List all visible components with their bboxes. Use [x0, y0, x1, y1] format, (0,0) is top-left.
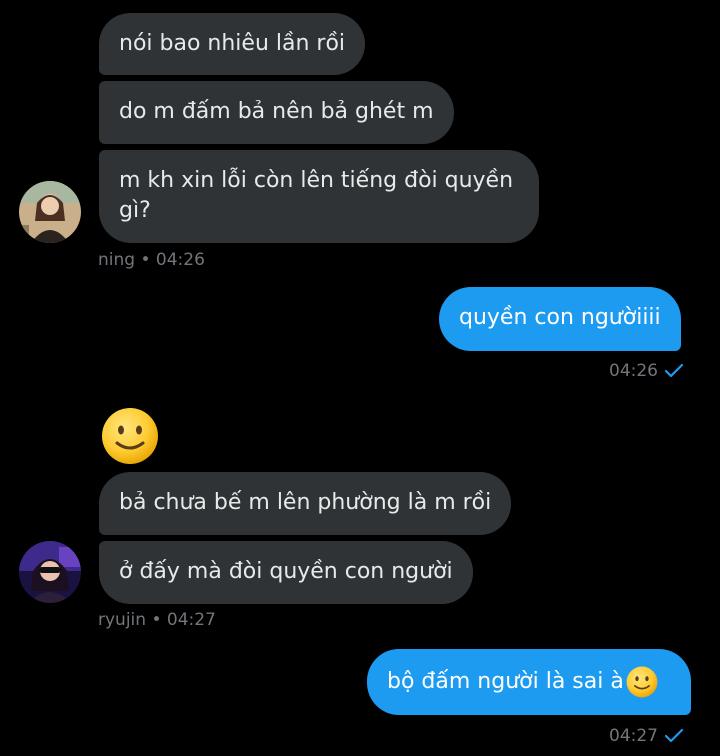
- message-bubble-ning-1[interactable]: nói bao nhiêu lần rồi: [99, 13, 366, 75]
- timestamp: 04:27: [609, 726, 658, 746]
- message-bubble-ryujin-2[interactable]: ở đấy mà đòi quyền con người: [99, 541, 473, 604]
- avatar-ryujin-image: [19, 541, 81, 603]
- message-status-me-1: 04:26: [609, 361, 684, 381]
- message-text: quyền con ngườiiii: [459, 305, 661, 330]
- timestamp: 04:26: [609, 361, 658, 381]
- message-bubble-me-1[interactable]: quyền con ngườiiii: [439, 287, 681, 351]
- message-text: m kh xin lỗi còn lên tiếng đòi quyền gì?: [119, 168, 514, 223]
- check-icon: [664, 728, 684, 743]
- slightly-smiling-face-icon: [626, 666, 658, 698]
- message-bubble-ning-3[interactable]: m kh xin lỗi còn lên tiếng đòi quyền gì?: [99, 150, 539, 243]
- message-text: bộ đấm người là sai à: [387, 669, 624, 694]
- message-status-me-2: 04:27: [609, 726, 684, 746]
- message-bubble-ryujin-1[interactable]: bả chưa bế m lên phường là m rồi: [99, 472, 512, 535]
- message-bubble-me-2[interactable]: bộ đấm người là sai à: [367, 649, 691, 715]
- message-bubble-ning-2[interactable]: do m đấm bả nên bả ghét m: [99, 81, 454, 144]
- emoji-message[interactable]: [101, 407, 159, 465]
- check-icon: [664, 363, 684, 378]
- message-text: bả chưa bế m lên phường là m rồi: [119, 490, 492, 515]
- message-text: nói bao nhiêu lần rồi: [119, 31, 346, 56]
- avatar-ning[interactable]: [19, 181, 81, 243]
- avatar-ning-image: [19, 181, 81, 243]
- sender-timestamp-ning: ning • 04:26: [98, 250, 205, 270]
- message-text: do m đấm bả nên bả ghét m: [119, 99, 434, 124]
- avatar-ryujin[interactable]: [19, 541, 81, 603]
- slightly-smiling-face-icon: [102, 408, 158, 464]
- sender-timestamp-ryujin: ryujin • 04:27: [98, 610, 216, 630]
- message-text: ở đấy mà đòi quyền con người: [119, 559, 453, 584]
